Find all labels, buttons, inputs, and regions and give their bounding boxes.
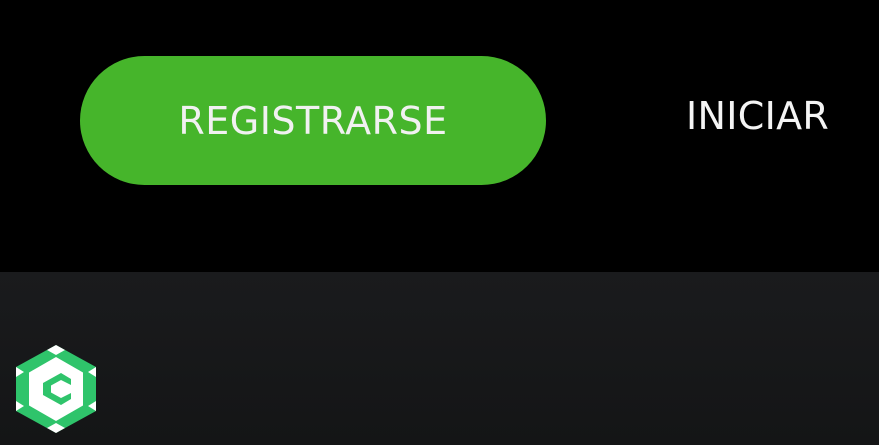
page: REGISTRARSE INICIAR [0,0,879,445]
register-button[interactable]: REGISTRARSE [80,56,546,185]
content-panel [0,272,879,445]
hexagon-c-logo-icon [13,343,99,435]
login-link[interactable]: INICIAR [686,92,856,140]
top-navigation-bar: REGISTRARSE INICIAR [0,0,879,272]
